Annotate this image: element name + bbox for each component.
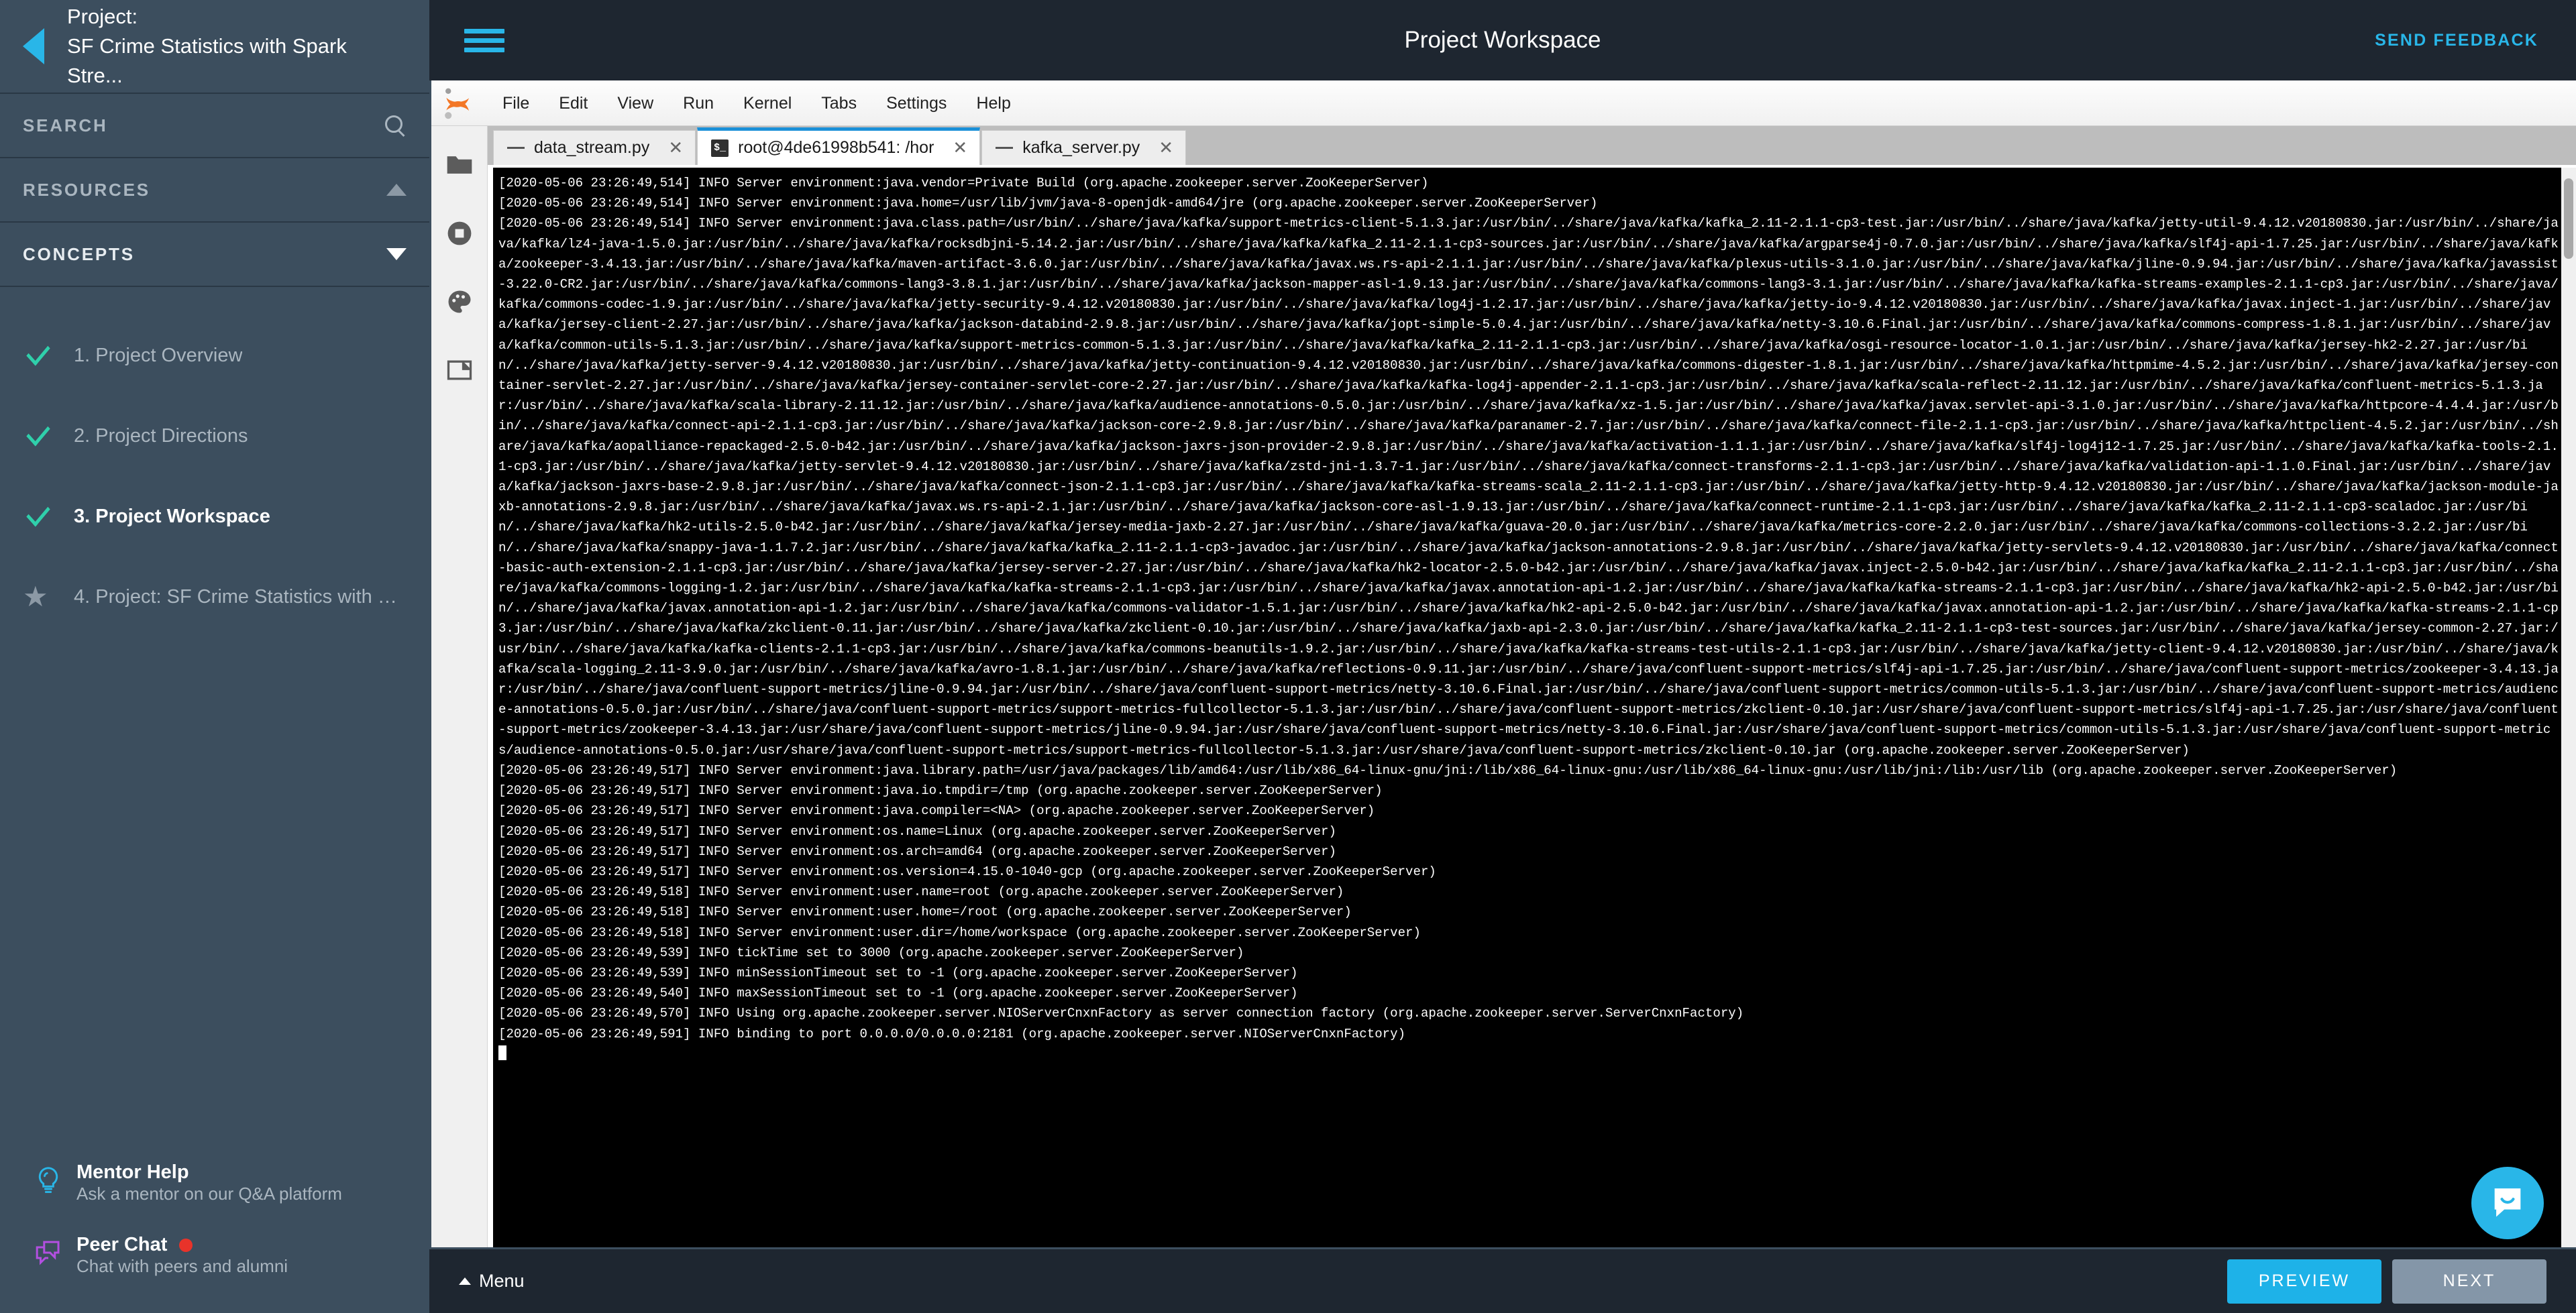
- resources-row[interactable]: RESOURCES: [0, 158, 429, 223]
- concepts-row[interactable]: CONCEPTS: [0, 223, 429, 287]
- terminal-log-text: [2020-05-06 23:26:49,514] INFO Server en…: [498, 176, 2559, 1041]
- sidebar-item-label: 1. Project Overview: [74, 344, 243, 366]
- file-text-icon: [507, 139, 525, 157]
- menu-label: Menu: [479, 1271, 525, 1291]
- sidebar-item-project-directions[interactable]: 2. Project Directions: [0, 396, 429, 476]
- project-header: Project: SF Crime Statistics with Spark …: [0, 0, 429, 94]
- classroom-sidebar: Project: SF Crime Statistics with Spark …: [0, 0, 429, 1313]
- concepts-nav: 1. Project Overview 2. Project Direction…: [0, 287, 429, 1144]
- terminal-scrollbar[interactable]: [2561, 168, 2576, 1247]
- menu-tabs[interactable]: Tabs: [806, 80, 871, 126]
- peer-chat-subtitle: Chat with peers and alumni: [76, 1256, 288, 1276]
- menu-view[interactable]: View: [602, 80, 668, 126]
- chat-bubbles-icon: [23, 1234, 74, 1267]
- project-label: Project:: [67, 4, 138, 28]
- mentor-help-title-text: Mentor Help: [76, 1161, 189, 1183]
- tab-data-stream-py[interactable]: data_stream.py ✕: [493, 130, 696, 165]
- mentor-help-texts: Mentor Help Ask a mentor on our Q&A plat…: [74, 1161, 342, 1204]
- sidebar-item-project-overview[interactable]: 1. Project Overview: [0, 315, 429, 396]
- menu-edit[interactable]: Edit: [544, 80, 602, 126]
- unread-badge-dot: [179, 1238, 193, 1252]
- chevron-up-icon: [459, 1277, 471, 1285]
- project-name: SF Crime Statistics with Spark Stre...: [67, 34, 347, 87]
- main-pane: Project Workspace SEND FEEDBACK File Edi…: [429, 0, 2576, 1313]
- jupyterlab-tabbar: data_stream.py ✕ $_ root@4de61998b541: /…: [488, 126, 2576, 165]
- menu-button[interactable]: Menu: [459, 1271, 525, 1292]
- running-stop-icon[interactable]: [445, 219, 474, 248]
- check-icon: [23, 498, 74, 527]
- tab-kafka-server-py[interactable]: kafka_server.py ✕: [981, 130, 1187, 165]
- star-icon: ★: [23, 581, 48, 612]
- sidebar-item-project-submission[interactable]: ★ 4. Project: SF Crime Statistics with S…: [0, 557, 429, 637]
- send-feedback-button[interactable]: SEND FEEDBACK: [2375, 31, 2538, 50]
- jupyterlab-main-area: data_stream.py ✕ $_ root@4de61998b541: /…: [488, 126, 2576, 1247]
- search-row[interactable]: SEARCH: [0, 94, 429, 158]
- hamburger-icon[interactable]: [464, 24, 504, 57]
- sidebar-footer: Mentor Help Ask a mentor on our Q&A plat…: [0, 1144, 429, 1313]
- terminal-panel: [2020-05-06 23:26:49,514] INFO Server en…: [488, 165, 2576, 1247]
- workspace-topbar: Project Workspace SEND FEEDBACK: [429, 0, 2576, 80]
- jupyterlab-menubar: File Edit View Run Kernel Tabs Settings …: [431, 80, 2576, 126]
- back-arrow-icon[interactable]: [23, 28, 44, 64]
- lightbulb-icon: [23, 1161, 74, 1198]
- sidebar-item-label: 2. Project Directions: [74, 424, 248, 447]
- jupyterlab-shell: File Edit View Run Kernel Tabs Settings …: [429, 80, 2576, 1247]
- peer-chat-title: Peer Chat: [76, 1234, 288, 1256]
- sidebar-item-label: 3. Project Workspace: [74, 505, 270, 527]
- peer-chat-item[interactable]: Peer Chat Chat with peers and alumni: [0, 1216, 429, 1289]
- resources-label: RESOURCES: [23, 179, 150, 200]
- peer-chat-title-text: Peer Chat: [76, 1234, 168, 1255]
- sidebar-item-project-workspace[interactable]: 3. Project Workspace: [0, 476, 429, 557]
- terminal-cursor: [498, 1045, 506, 1060]
- next-button[interactable]: NEXT: [2392, 1259, 2546, 1304]
- workspace-bottombar: Menu PREVIEW NEXT: [429, 1247, 2576, 1313]
- preview-button[interactable]: PREVIEW: [2227, 1259, 2381, 1304]
- search-icon[interactable]: [384, 114, 407, 137]
- triangle-up-icon[interactable]: [386, 184, 407, 196]
- jupyterlab-left-rail: [431, 126, 488, 1247]
- chat-widget-icon[interactable]: [2471, 1167, 2544, 1239]
- jupyter-logo-icon: [441, 84, 478, 122]
- menu-kernel[interactable]: Kernel: [729, 80, 806, 126]
- terminal-output[interactable]: [2020-05-06 23:26:49,514] INFO Server en…: [493, 168, 2561, 1247]
- page-title: Project Workspace: [1404, 27, 1601, 53]
- tab-label: root@4de61998b541: /hor: [738, 138, 934, 157]
- app-root: Project: SF Crime Statistics with Spark …: [0, 0, 2576, 1313]
- sidebar-item-label: 4. Project: SF Crime Statistics with Sp.…: [74, 585, 407, 608]
- tab-label: data_stream.py: [534, 138, 650, 157]
- peer-chat-texts: Peer Chat Chat with peers and alumni: [74, 1234, 288, 1277]
- bottom-actions: PREVIEW NEXT: [2227, 1259, 2546, 1304]
- check-icon: [23, 337, 74, 366]
- jupyterlab-body: data_stream.py ✕ $_ root@4de61998b541: /…: [431, 126, 2576, 1247]
- close-icon[interactable]: ✕: [659, 137, 683, 158]
- menu-settings[interactable]: Settings: [871, 80, 961, 126]
- close-icon[interactable]: ✕: [943, 137, 967, 158]
- menu-file[interactable]: File: [488, 80, 544, 126]
- folder-icon[interactable]: [445, 150, 474, 180]
- project-title-block: Project: SF Crime Statistics with Spark …: [67, 2, 407, 91]
- concepts-label: CONCEPTS: [23, 243, 135, 264]
- open-tabs-icon[interactable]: [445, 355, 474, 385]
- search-label: SEARCH: [23, 115, 108, 135]
- mentor-help-item[interactable]: Mentor Help Ask a mentor on our Q&A plat…: [0, 1144, 429, 1216]
- mentor-help-subtitle: Ask a mentor on our Q&A platform: [76, 1184, 342, 1204]
- file-text-icon: [996, 139, 1014, 157]
- scrollbar-thumb[interactable]: [2564, 178, 2573, 259]
- tab-label: kafka_server.py: [1022, 138, 1140, 157]
- check-icon: [23, 418, 74, 447]
- menu-help[interactable]: Help: [961, 80, 1025, 126]
- terminal-icon: $_: [711, 139, 729, 157]
- menu-run[interactable]: Run: [668, 80, 729, 126]
- close-icon[interactable]: ✕: [1149, 137, 1173, 158]
- tab-terminal[interactable]: $_ root@4de61998b541: /hor ✕: [697, 127, 981, 165]
- mentor-help-title: Mentor Help: [76, 1161, 342, 1184]
- triangle-down-icon[interactable]: [386, 248, 407, 260]
- palette-icon[interactable]: [445, 287, 474, 317]
